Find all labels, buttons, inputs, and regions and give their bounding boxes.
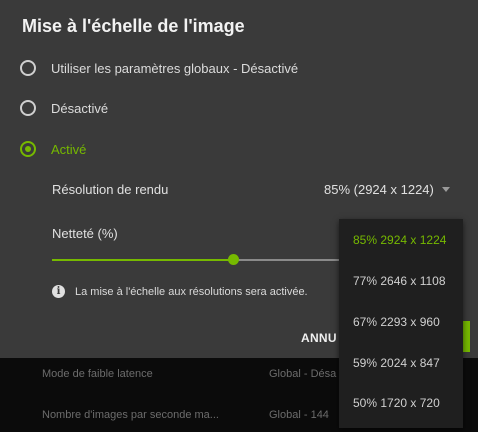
bg-row-low-latency[interactable]: Mode de faible latence Global - Désa — [42, 368, 336, 380]
bg-row-max-fps[interactable]: Nombre d'images par seconde ma... Global… — [42, 409, 329, 421]
resolution-dropdown: 85% 2924 x 1224 77% 2646 x 1108 67% 2293… — [339, 219, 463, 428]
info-message: i La mise à l'échelle aux résolutions se… — [52, 285, 308, 298]
sharpness-slider[interactable] — [52, 254, 340, 265]
radio-button[interactable] — [20, 60, 36, 76]
cancel-button[interactable]: ANNU — [301, 331, 337, 345]
bg-row-label: Nombre d'images par seconde ma... — [42, 409, 219, 421]
radio-button-checked[interactable] — [20, 141, 36, 157]
option-disabled[interactable]: Désactivé — [20, 97, 108, 119]
dropdown-item[interactable]: 50% 1720 x 720 — [353, 396, 440, 410]
chevron-down-icon — [441, 187, 450, 192]
option-global-settings[interactable]: Utiliser les paramètres globaux - Désact… — [20, 57, 298, 79]
render-resolution-value: 85% (2924 x 1224) — [324, 182, 434, 197]
confirm-button[interactable] — [463, 321, 470, 352]
option-label: Activé — [51, 141, 87, 157]
render-resolution-label: Résolution de rendu — [52, 182, 169, 197]
info-icon: i — [52, 285, 65, 298]
dialog-title: Mise à l'échelle de l'image — [22, 16, 245, 36]
bg-row-label: Mode de faible latence — [42, 368, 153, 380]
dropdown-item[interactable]: 67% 2293 x 960 — [353, 315, 440, 329]
dropdown-item[interactable]: 85% 2924 x 1224 — [353, 233, 446, 247]
option-label: Désactivé — [51, 100, 109, 116]
bg-row-value: Global - 144 — [269, 409, 329, 421]
dropdown-item[interactable]: 77% 2646 x 1108 — [353, 274, 446, 288]
slider-thumb[interactable] — [228, 254, 240, 265]
bg-row-value: Global - Désa — [269, 368, 337, 380]
render-resolution-select[interactable]: 85% (2924 x 1224) — [324, 182, 450, 197]
slider-fill — [52, 259, 234, 261]
sharpness-label: Netteté (%) — [52, 226, 118, 241]
dropdown-item[interactable]: 59% 2024 x 847 — [353, 356, 440, 370]
radio-button[interactable] — [20, 100, 36, 116]
option-label: Utiliser les paramètres globaux - Désact… — [51, 60, 299, 76]
option-enabled[interactable]: Activé — [20, 138, 86, 160]
info-text: La mise à l'échelle aux résolutions sera… — [75, 285, 308, 298]
